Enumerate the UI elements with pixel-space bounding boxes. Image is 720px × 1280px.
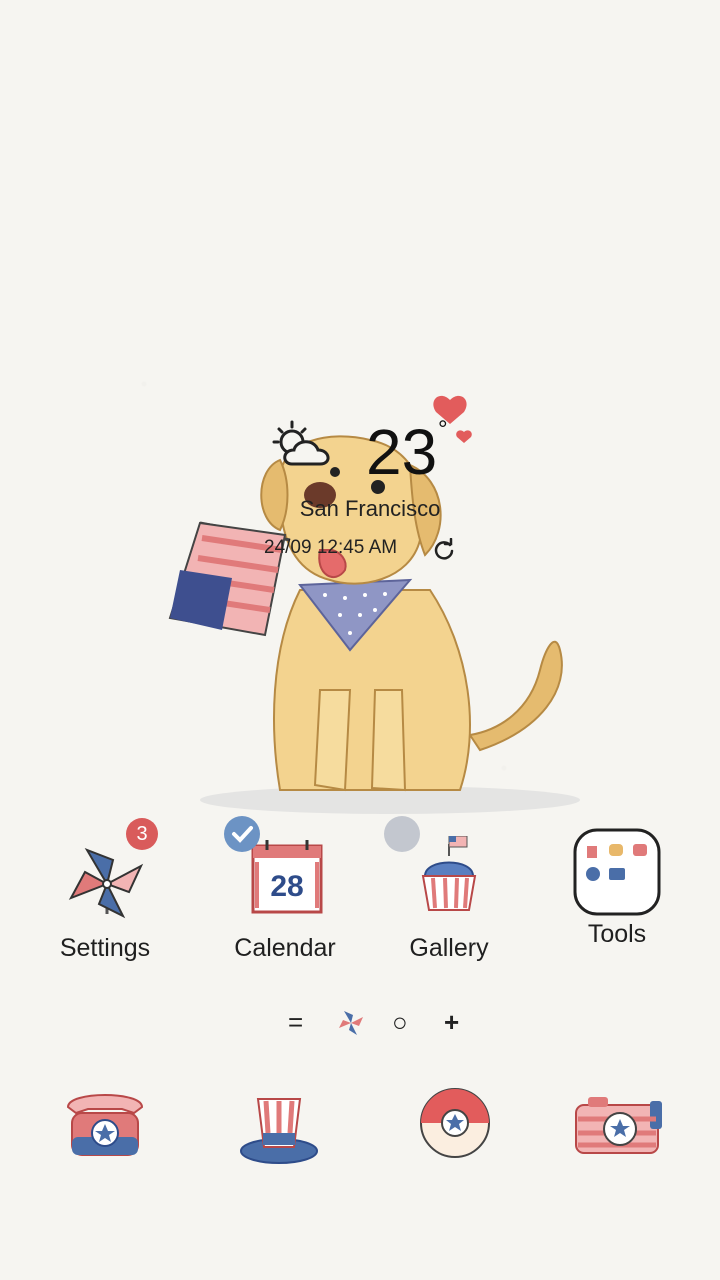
uncle-sam-hat-icon[interactable] xyxy=(224,1085,334,1175)
city-name: San Francisco xyxy=(299,496,441,521)
app-settings[interactable]: Settings xyxy=(30,836,180,963)
home-page-indicator[interactable]: = xyxy=(288,1004,303,1040)
app-tools-folder[interactable]: Tools xyxy=(542,826,692,949)
tools-folder-icon xyxy=(573,828,661,916)
new-indicator-dot xyxy=(384,816,420,852)
app-label: Gallery xyxy=(409,934,489,962)
pinwheel-icon xyxy=(68,848,144,919)
app-label: Tools xyxy=(587,920,647,948)
partly-cloudy-icon xyxy=(272,420,330,466)
camera-icon[interactable] xyxy=(566,1085,676,1175)
app-gallery[interactable]: Gallery xyxy=(374,836,524,963)
weather-widget[interactable]: 23 ° San Francisco 24/09 12:45 AM xyxy=(0,0,720,600)
calendar-date: 28 xyxy=(270,870,303,903)
checkmark-badge-icon xyxy=(224,816,260,852)
degree-symbol: ° xyxy=(438,416,448,443)
app-label: Calendar xyxy=(234,934,336,962)
app-calendar[interactable]: 28 Calendar xyxy=(210,836,360,963)
notification-badge: 3 xyxy=(126,818,158,850)
page-dot[interactable]: ○ xyxy=(392,1004,408,1040)
date-time: 24/09 12:45 AM xyxy=(264,537,398,558)
phone-icon[interactable] xyxy=(50,1085,160,1175)
star-ball-icon[interactable] xyxy=(400,1085,510,1175)
refresh-icon[interactable] xyxy=(432,538,456,562)
pinwheel-page-icon[interactable] xyxy=(336,1008,366,1038)
app-label: Settings xyxy=(59,934,151,962)
cupcake-icon xyxy=(421,836,477,911)
add-page-button[interactable]: + xyxy=(444,1004,459,1040)
page-indicator: = ○ + xyxy=(0,1004,720,1044)
temperature: 23 xyxy=(366,416,438,488)
